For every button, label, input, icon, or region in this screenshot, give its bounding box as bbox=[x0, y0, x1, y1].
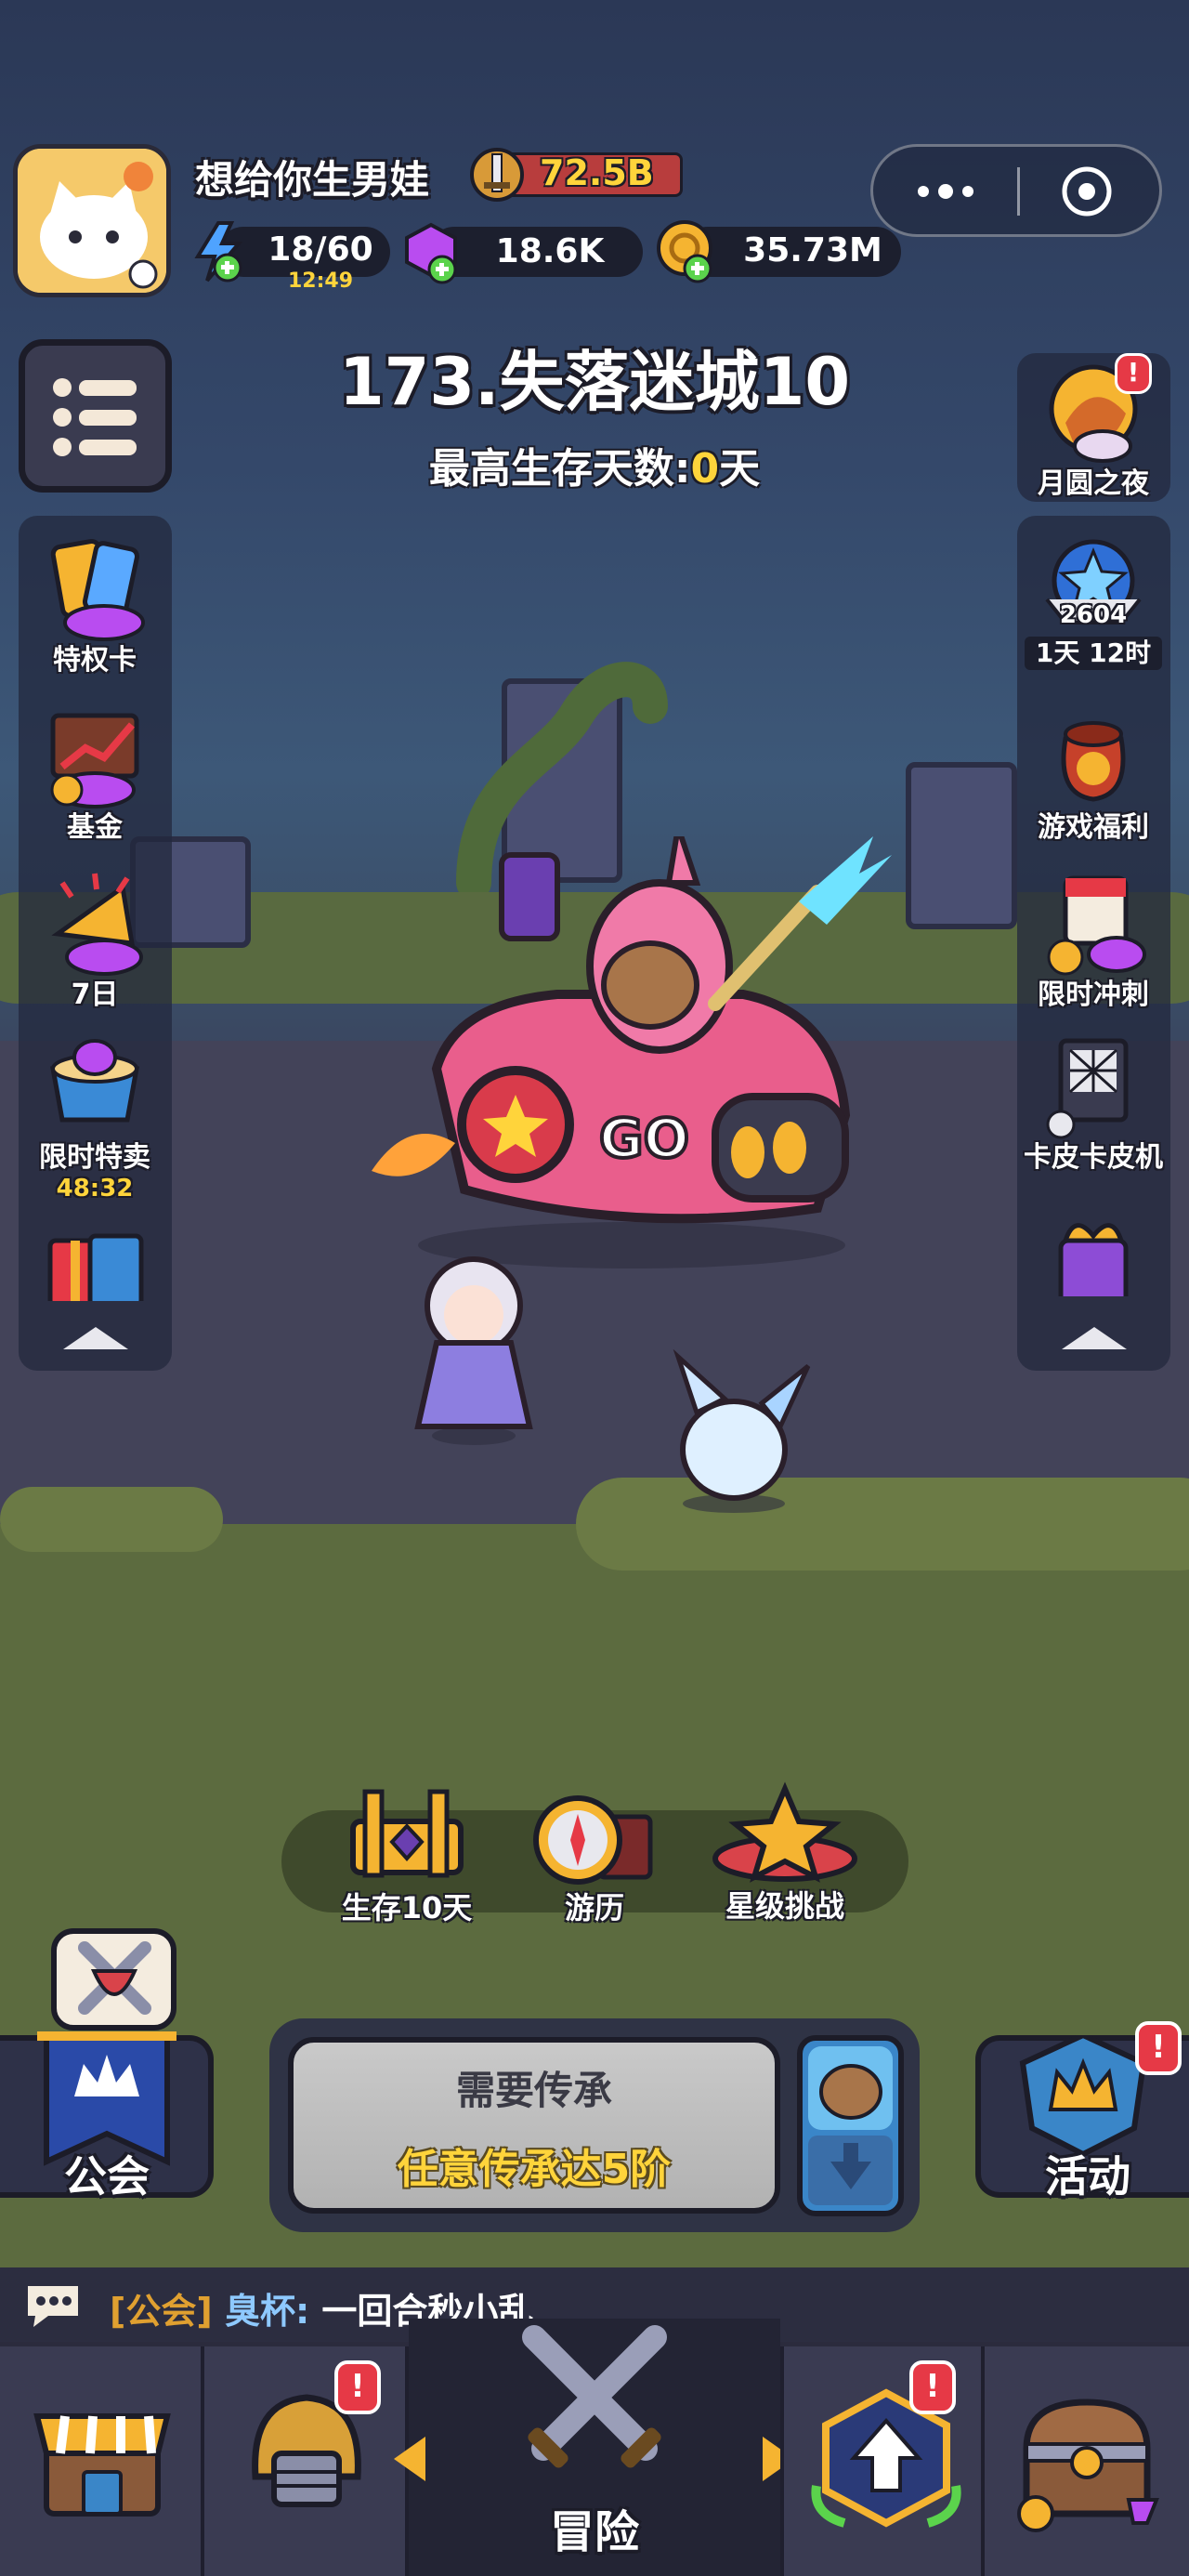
seven-day-icon bbox=[51, 873, 143, 976]
nav-equipment[interactable]: ! bbox=[204, 2346, 409, 2576]
claw-machine-icon bbox=[1046, 1038, 1129, 1139]
star-rank-value: 2604 bbox=[1059, 601, 1128, 629]
activity-label: 活动 bbox=[1045, 2151, 1130, 2201]
star-rank-icon bbox=[1045, 539, 1142, 624]
gem-display[interactable]: 18.6K bbox=[401, 221, 643, 286]
compass-icon bbox=[533, 1795, 653, 1885]
menu-button[interactable] bbox=[19, 339, 172, 493]
energy-value: 18/60 bbox=[268, 230, 373, 269]
close-target-icon[interactable] bbox=[1050, 164, 1124, 219]
energy-display[interactable]: 18/60 12:49 bbox=[190, 221, 390, 293]
nav-treasure[interactable] bbox=[985, 2346, 1189, 2576]
equipment-alert-badge: ! bbox=[334, 2360, 381, 2414]
power-display: 72.5B bbox=[469, 147, 683, 203]
mode-survival-10-days[interactable]: 生存10天 bbox=[333, 1784, 481, 1933]
coin-value: 35.73M bbox=[743, 231, 882, 269]
nav-prev-arrow[interactable] bbox=[388, 2433, 431, 2489]
guild-button[interactable]: 公会 bbox=[0, 2031, 214, 2201]
chest-icon bbox=[350, 1789, 464, 1878]
sidebar-item-claw-machine[interactable]: 卡皮卡皮机 bbox=[1019, 1032, 1168, 1175]
chat-channel: [公会] bbox=[110, 2291, 213, 2332]
purple-gem-plus-icon bbox=[405, 222, 457, 284]
mode-label-travel: 游历 bbox=[564, 1890, 624, 1925]
grass-ledge-left bbox=[0, 1487, 223, 1552]
survival-label: 最高生存天数: bbox=[428, 445, 691, 493]
nav-upgrade[interactable]: ! bbox=[780, 2346, 985, 2576]
full-moon-alert-badge: ! bbox=[1115, 353, 1152, 394]
privilege-card-icon bbox=[50, 538, 145, 641]
inherit-requirement-button[interactable]: 需要传承 任意传承达5阶 bbox=[288, 2037, 780, 2214]
guild-label: 公会 bbox=[64, 2151, 150, 2201]
crossed-swords-icon bbox=[78, 1941, 151, 2015]
sidebar-item-star-rank[interactable]: 2604 1天 12时 bbox=[1019, 534, 1168, 670]
sidebar-item-seven-day[interactable]: 7日 bbox=[20, 869, 169, 1012]
power-value: 72.5B bbox=[540, 152, 654, 193]
coin-display[interactable]: 35.73M bbox=[655, 218, 901, 285]
gift-bow-icon bbox=[1058, 1223, 1129, 1296]
capsule-divider bbox=[1017, 167, 1020, 216]
main-button-subtitle: 任意传承达5阶 bbox=[397, 2146, 672, 2193]
sidebar-item-limited-sprint[interactable]: 限时冲刺 bbox=[1019, 869, 1168, 1012]
survival-unit: 天 bbox=[719, 445, 761, 493]
chevron-left-icon bbox=[394, 2437, 425, 2481]
chat-sender: 臭杯: bbox=[224, 2291, 310, 2332]
nav-adventure[interactable]: 冒险 bbox=[409, 2319, 780, 2576]
mode-travel[interactable]: 游历 bbox=[520, 1784, 669, 1933]
more-icon[interactable] bbox=[899, 164, 992, 219]
chat-bubble-icon bbox=[28, 2286, 78, 2327]
shop-icon bbox=[33, 2413, 171, 2517]
menu-list-icon bbox=[53, 378, 137, 456]
mode-star-challenge[interactable]: 星级挑战 bbox=[706, 1780, 864, 1933]
sidebar-item-gift-bow[interactable] bbox=[1019, 1203, 1168, 1296]
energy-timer: 12:49 bbox=[287, 269, 354, 293]
gem-value: 18.6K bbox=[495, 232, 605, 270]
treasure-chest-icon bbox=[1017, 2399, 1159, 2532]
ruin-pillar bbox=[906, 762, 1017, 929]
girl-companion[interactable] bbox=[399, 1250, 548, 1445]
cat-avatar-icon bbox=[18, 149, 166, 293]
survival-record: 最高生存天数:0天 bbox=[0, 435, 1189, 494]
left-sidebar-collapse-button[interactable] bbox=[54, 1320, 137, 1357]
lucky-bag-icon bbox=[1061, 721, 1126, 802]
player-avatar[interactable] bbox=[13, 144, 171, 297]
sidebar-item-gift[interactable] bbox=[20, 1208, 169, 1301]
survival-days-value: 0 bbox=[690, 445, 720, 493]
calendar-sprint-icon bbox=[1047, 875, 1146, 976]
chevron-up-icon bbox=[1062, 1327, 1127, 1349]
chevron-up-icon bbox=[63, 1327, 128, 1349]
nav-adventure-label: 冒险 bbox=[549, 2506, 639, 2558]
crossed-swords-icon bbox=[522, 2325, 667, 2468]
guild-battle-bubble[interactable] bbox=[51, 1928, 176, 2031]
svg-text:GO: GO bbox=[599, 1107, 689, 1170]
sidebar-item-game-welfare[interactable]: 游戏福利 bbox=[1019, 702, 1168, 845]
player-name: 想给你生男娃 bbox=[195, 157, 430, 203]
main-button-title: 需要传承 bbox=[455, 2068, 612, 2113]
lightning-plus-icon bbox=[194, 221, 243, 283]
stage-title: 173.失落迷城10 bbox=[338, 344, 851, 420]
upgrade-alert-badge: ! bbox=[909, 2360, 956, 2414]
hero-swap-button[interactable] bbox=[797, 2035, 904, 2216]
activity-alert-badge: ! bbox=[1135, 2021, 1182, 2075]
sidebar-item-limited-sale[interactable]: 限时特卖 48:32 bbox=[20, 1032, 169, 1203]
gold-coin-plus-icon bbox=[657, 220, 712, 283]
right-sidebar-collapse-button[interactable] bbox=[1052, 1320, 1136, 1357]
limited-sale-icon bbox=[50, 1039, 139, 1123]
mode-label-survival: 生存10天 bbox=[341, 1890, 473, 1925]
capybara-swap-icon bbox=[808, 2046, 893, 2205]
mode-label-star-challenge: 星级挑战 bbox=[725, 1888, 844, 1924]
nav-shop[interactable] bbox=[0, 2346, 204, 2576]
fund-chart-icon bbox=[50, 713, 139, 808]
crown-shield-icon bbox=[1019, 2035, 1147, 2156]
sidebar-item-privilege-card[interactable]: 特权卡 bbox=[20, 534, 169, 677]
star-trophy-icon bbox=[712, 1781, 857, 1883]
miniprogram-capsule bbox=[870, 144, 1162, 237]
gift-box-icon bbox=[47, 1233, 144, 1301]
sword-shield-icon bbox=[470, 148, 524, 202]
hero-kart[interactable]: GO bbox=[353, 836, 892, 1273]
limited-sale-timer: 48:32 bbox=[56, 1175, 134, 1203]
rabbit-pet[interactable] bbox=[650, 1347, 817, 1515]
sidebar-item-fund[interactable]: 基金 bbox=[20, 702, 169, 845]
